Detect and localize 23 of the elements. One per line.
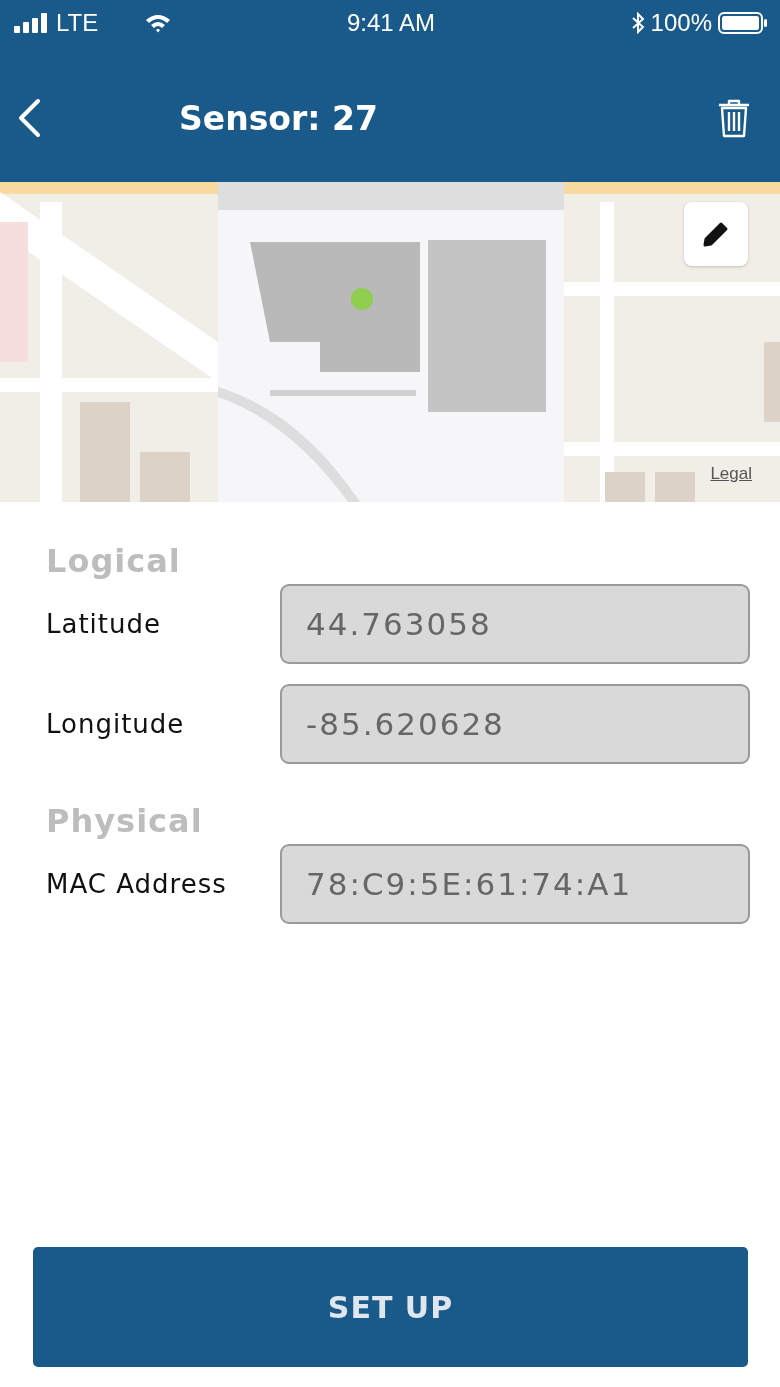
chevron-left-icon <box>16 98 42 138</box>
section-heading: Logical <box>46 542 182 580</box>
input-field[interactable]: 44.763058 <box>280 584 750 664</box>
field-label: Latitude <box>46 609 161 639</box>
field-label: MAC Address <box>46 869 227 899</box>
back-button[interactable] <box>16 98 42 138</box>
bluetooth-icon <box>630 12 645 34</box>
set-up-button[interactable]: SET UP <box>33 1247 748 1367</box>
section-heading: Physical <box>46 802 204 840</box>
field-label: Longitude <box>46 709 185 739</box>
trash-icon <box>718 98 750 138</box>
battery-percentage: 100% <box>650 9 712 37</box>
input-field[interactable]: -85.620628 <box>280 684 750 764</box>
signal-icon <box>14 13 50 33</box>
carrier-label: LTE <box>56 9 99 37</box>
screen-title: Sensor: 27 <box>179 98 379 138</box>
input-field[interactable]: 78:C9:5E:61:74:A1 <box>280 844 750 924</box>
edit-button[interactable] <box>684 202 748 266</box>
status-time: 9:41 AM <box>346 9 436 37</box>
legal-link[interactable]: Legal <box>710 464 752 484</box>
wifi-icon <box>144 13 173 33</box>
delete-button[interactable] <box>718 98 750 138</box>
battery-icon <box>718 12 768 34</box>
